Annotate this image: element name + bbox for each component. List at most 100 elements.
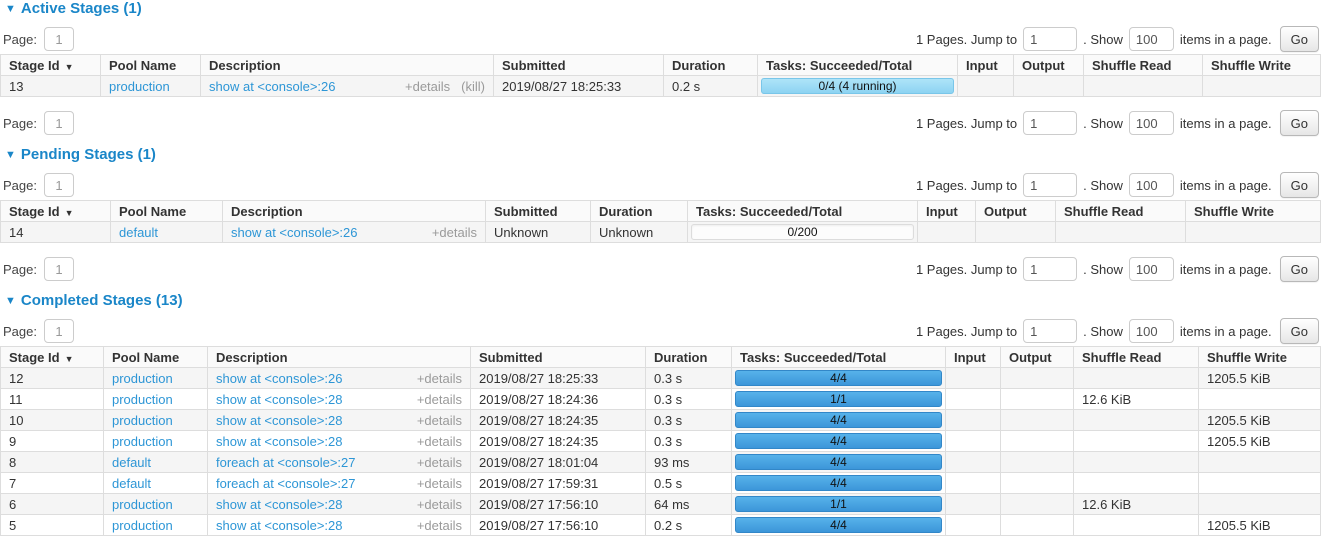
task-progress-bar: 4/4 bbox=[735, 475, 942, 491]
col-header-tasks[interactable]: Tasks: Succeeded/Total bbox=[688, 201, 918, 222]
col-header-pool-name[interactable]: Pool Name bbox=[111, 201, 223, 222]
details-link[interactable]: +details bbox=[417, 476, 462, 491]
description-cell: show at <console>:28 +details bbox=[208, 494, 471, 515]
section-title-active[interactable]: ▼Active Stages (1) bbox=[5, 1, 1323, 17]
col-header-duration[interactable]: Duration bbox=[646, 347, 732, 368]
col-header-shuffle-read[interactable]: Shuffle Read bbox=[1056, 201, 1186, 222]
description-link[interactable]: show at <console>:28 bbox=[216, 518, 342, 533]
show-count-input[interactable] bbox=[1129, 173, 1174, 197]
col-header-output[interactable]: Output bbox=[1014, 55, 1084, 76]
go-button[interactable]: Go bbox=[1280, 318, 1319, 344]
go-button[interactable]: Go bbox=[1280, 172, 1319, 198]
jump-to-input[interactable] bbox=[1023, 257, 1077, 281]
description-link[interactable]: show at <console>:28 bbox=[216, 413, 342, 428]
col-header-duration[interactable]: Duration bbox=[591, 201, 688, 222]
jump-to-input[interactable] bbox=[1023, 173, 1077, 197]
details-link[interactable]: +details bbox=[417, 434, 462, 449]
page-control: Page: bbox=[3, 111, 74, 135]
col-header-stage-id[interactable]: Stage Id▼ bbox=[1, 347, 104, 368]
col-header-shuffle-write[interactable]: Shuffle Write bbox=[1199, 347, 1321, 368]
col-header-submitted[interactable]: Submitted bbox=[486, 201, 591, 222]
go-button[interactable]: Go bbox=[1280, 256, 1319, 282]
pool-name-link[interactable]: production bbox=[112, 371, 173, 386]
shuffle-read-cell: 12.6 KiB bbox=[1074, 389, 1199, 410]
description-link[interactable]: show at <console>:26 bbox=[216, 371, 342, 386]
input-cell bbox=[918, 222, 976, 243]
col-header-pool-name[interactable]: Pool Name bbox=[101, 55, 201, 76]
jump-to-input[interactable] bbox=[1023, 27, 1077, 51]
details-link[interactable]: +details bbox=[417, 392, 462, 407]
pool-name-link[interactable]: production bbox=[112, 518, 173, 533]
col-header-output[interactable]: Output bbox=[976, 201, 1056, 222]
description-link[interactable]: show at <console>:28 bbox=[216, 392, 342, 407]
pages-count-label: 1 Pages. Jump to bbox=[916, 116, 1017, 131]
show-count-input[interactable] bbox=[1129, 319, 1174, 343]
page-number-input[interactable] bbox=[44, 257, 74, 281]
task-progress-bar: 4/4 bbox=[735, 412, 942, 428]
description-link[interactable]: show at <console>:28 bbox=[216, 434, 342, 449]
page-number-input[interactable] bbox=[44, 173, 74, 197]
col-header-input[interactable]: Input bbox=[918, 201, 976, 222]
page-number-input[interactable] bbox=[44, 27, 74, 51]
pool-name-link[interactable]: default bbox=[112, 476, 151, 491]
col-header-stage-id[interactable]: Stage Id▼ bbox=[1, 201, 111, 222]
submitted-cell: 2019/08/27 18:01:04 bbox=[471, 452, 646, 473]
go-button[interactable]: Go bbox=[1280, 110, 1319, 136]
pool-name-link[interactable]: production bbox=[112, 497, 173, 512]
col-header-shuffle-read[interactable]: Shuffle Read bbox=[1084, 55, 1203, 76]
details-link[interactable]: +details bbox=[417, 371, 462, 386]
pool-name-link[interactable]: default bbox=[119, 225, 158, 240]
kill-link[interactable]: (kill) bbox=[461, 79, 485, 94]
col-header-shuffle-write[interactable]: Shuffle Write bbox=[1203, 55, 1321, 76]
section-title-completed[interactable]: ▼Completed Stages (13) bbox=[5, 293, 1323, 309]
show-count-input[interactable] bbox=[1129, 111, 1174, 135]
col-header-output[interactable]: Output bbox=[1001, 347, 1074, 368]
col-header-input[interactable]: Input bbox=[946, 347, 1001, 368]
description-link[interactable]: show at <console>:26 bbox=[231, 225, 357, 240]
col-header-description[interactable]: Description bbox=[208, 347, 471, 368]
details-link[interactable]: +details bbox=[405, 79, 450, 94]
page-number-input[interactable] bbox=[44, 111, 74, 135]
col-header-submitted[interactable]: Submitted bbox=[494, 55, 664, 76]
pool-name-link[interactable]: production bbox=[112, 413, 173, 428]
col-header-input[interactable]: Input bbox=[958, 55, 1014, 76]
details-link[interactable]: +details bbox=[417, 413, 462, 428]
task-progress-label: 4/4 bbox=[736, 434, 941, 448]
col-header-label: Pool Name bbox=[112, 350, 179, 365]
jump-to-input[interactable] bbox=[1023, 319, 1077, 343]
col-header-tasks[interactable]: Tasks: Succeeded/Total bbox=[758, 55, 958, 76]
page-number-input[interactable] bbox=[44, 319, 74, 343]
details-link[interactable]: +details bbox=[417, 497, 462, 512]
details-link[interactable]: +details bbox=[417, 518, 462, 533]
pool-name-link[interactable]: default bbox=[112, 455, 151, 470]
description-link[interactable]: show at <console>:26 bbox=[209, 79, 335, 94]
go-button[interactable]: Go bbox=[1280, 26, 1319, 52]
details-link[interactable]: +details bbox=[417, 455, 462, 470]
col-header-description[interactable]: Description bbox=[201, 55, 494, 76]
section-title-pending[interactable]: ▼Pending Stages (1) bbox=[5, 147, 1323, 163]
show-count-input[interactable] bbox=[1129, 27, 1174, 51]
details-link[interactable]: +details bbox=[432, 225, 477, 240]
col-header-tasks[interactable]: Tasks: Succeeded/Total bbox=[732, 347, 946, 368]
jump-to-input[interactable] bbox=[1023, 111, 1077, 135]
shuffle-read-cell: 12.6 KiB bbox=[1074, 494, 1199, 515]
shuffle-write-cell bbox=[1199, 494, 1321, 515]
col-header-shuffle-write[interactable]: Shuffle Write bbox=[1186, 201, 1321, 222]
col-header-duration[interactable]: Duration bbox=[664, 55, 758, 76]
pool-name-link[interactable]: production bbox=[109, 79, 170, 94]
col-header-submitted[interactable]: Submitted bbox=[471, 347, 646, 368]
output-cell bbox=[1001, 389, 1074, 410]
description-link[interactable]: show at <console>:28 bbox=[216, 497, 342, 512]
pool-name-link[interactable]: production bbox=[112, 392, 173, 407]
col-header-description[interactable]: Description bbox=[223, 201, 486, 222]
pool-name-link[interactable]: production bbox=[112, 434, 173, 449]
description-link[interactable]: foreach at <console>:27 bbox=[216, 476, 356, 491]
show-count-input[interactable] bbox=[1129, 257, 1174, 281]
col-header-pool-name[interactable]: Pool Name bbox=[104, 347, 208, 368]
col-header-stage-id[interactable]: Stage Id▼ bbox=[1, 55, 101, 76]
jump-show-control: 1 Pages. Jump to. Showitems in a page.Go bbox=[916, 172, 1319, 198]
description-link[interactable]: foreach at <console>:27 bbox=[216, 455, 356, 470]
col-header-shuffle-read[interactable]: Shuffle Read bbox=[1074, 347, 1199, 368]
page-control: Page: bbox=[3, 257, 74, 281]
col-header-label: Stage Id bbox=[9, 58, 60, 73]
